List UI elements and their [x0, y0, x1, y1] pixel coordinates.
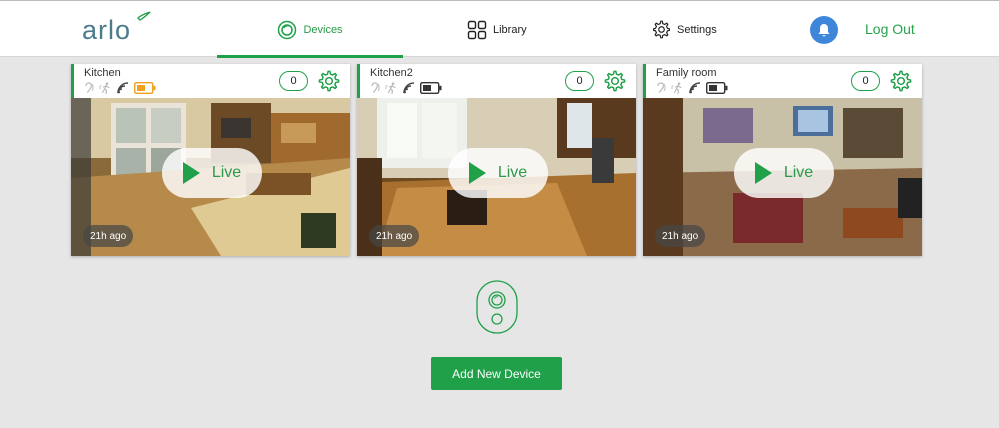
camera-thumbnail[interactable]: Live 21h ago — [71, 98, 350, 256]
audio-detection-icon — [657, 81, 666, 93]
live-label: Live — [783, 164, 814, 181]
card-status-stripe — [357, 64, 360, 98]
battery-low-icon — [134, 81, 156, 94]
last-snapshot-time: 21h ago — [83, 225, 134, 247]
camera-status-icons — [370, 81, 442, 94]
live-label: Live — [211, 164, 242, 181]
nav-settings-label: Settings — [677, 23, 717, 36]
live-label: Live — [497, 164, 528, 181]
card-status-stripe — [71, 64, 74, 98]
signal-strength-icon — [689, 81, 701, 93]
camera-status-icons — [84, 81, 156, 94]
logout-link[interactable]: Log Out — [865, 21, 915, 37]
camera-card: Kitchen 0 Live 21h ago — [71, 64, 350, 256]
recordings-count-badge[interactable]: 0 — [851, 71, 880, 91]
last-snapshot-time: 21h ago — [655, 225, 706, 247]
audio-detection-icon — [85, 81, 94, 93]
gear-icon — [652, 20, 671, 39]
camera-name: Family room — [656, 67, 717, 79]
battery-icon — [420, 81, 442, 94]
camera-name: Kitchen — [84, 67, 121, 79]
top-nav-bar: arlo Devices Library Settings Log Out — [0, 0, 999, 58]
active-tab-indicator — [217, 55, 403, 58]
camera-card: Family room 0 Live 21h ago — [643, 64, 922, 256]
camera-thumbnail[interactable]: Live 21h ago — [643, 98, 922, 256]
live-view-button[interactable]: Live — [448, 148, 548, 198]
add-new-device-button[interactable]: Add New Device — [431, 357, 562, 390]
camera-thumbnail[interactable]: Live 21h ago — [357, 98, 636, 256]
camera-card: Kitchen2 0 Live 21h ago — [357, 64, 636, 256]
card-status-stripe — [643, 64, 646, 98]
camera-status-icons — [656, 81, 728, 94]
nav-devices[interactable]: Devices — [217, 1, 403, 58]
camera-settings-gear-icon[interactable] — [604, 70, 626, 92]
nav-library[interactable]: Library — [467, 1, 527, 58]
battery-icon — [706, 81, 728, 94]
arlo-camera-device-icon — [476, 280, 518, 334]
library-grid-icon — [467, 20, 487, 40]
recordings-count-badge[interactable]: 0 — [565, 71, 594, 91]
camera-settings-gear-icon[interactable] — [318, 70, 340, 92]
devices-icon — [277, 20, 297, 40]
logo-text: arlo — [82, 15, 132, 45]
motion-detection-icon — [671, 81, 682, 94]
signal-strength-icon — [403, 81, 415, 93]
bell-icon — [818, 23, 830, 37]
last-snapshot-time: 21h ago — [369, 225, 420, 247]
camera-name: Kitchen2 — [370, 67, 413, 79]
signal-strength-icon — [117, 81, 129, 93]
nav-settings[interactable]: Settings — [652, 1, 717, 58]
camera-settings-gear-icon[interactable] — [890, 70, 912, 92]
play-icon — [754, 162, 772, 184]
motion-detection-icon — [385, 81, 396, 94]
notifications-button[interactable] — [810, 16, 838, 44]
play-icon — [468, 162, 486, 184]
nav-devices-label: Devices — [303, 23, 343, 36]
motion-detection-icon — [99, 81, 110, 94]
audio-detection-icon — [371, 81, 380, 93]
nav-library-label: Library — [493, 23, 527, 36]
bird-logo-icon — [137, 11, 151, 21]
arlo-logo[interactable]: arlo — [82, 11, 151, 45]
live-view-button[interactable]: Live — [162, 148, 262, 198]
recordings-count-badge[interactable]: 0 — [279, 71, 308, 91]
live-view-button[interactable]: Live — [734, 148, 834, 198]
play-icon — [182, 162, 200, 184]
